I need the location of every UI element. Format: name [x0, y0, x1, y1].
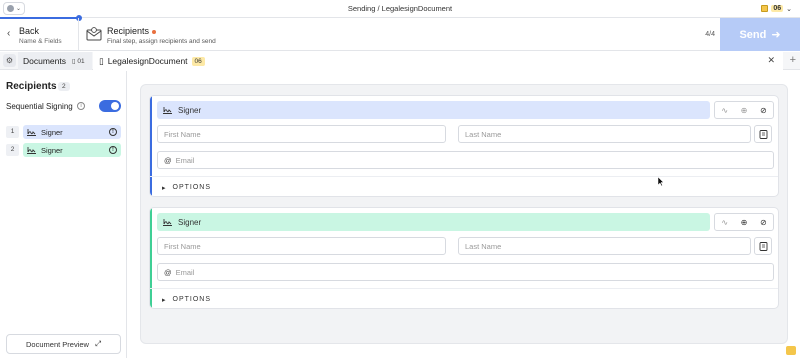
add-tab-icon[interactable]: + — [790, 54, 796, 66]
caret-right-icon: ▸ — [162, 296, 167, 304]
tab-legalesign-document[interactable]: ▯ LegalesignDocument 06 — [93, 52, 783, 70]
page-title: Sending / LegalesignDocument — [347, 4, 453, 13]
at-icon: @ — [164, 155, 172, 165]
email-field[interactable]: @ Email — [157, 263, 774, 281]
step-header: ‹ Back Name & Fields Recipients Final st… — [0, 15, 800, 51]
warning-icon: ! — [109, 128, 117, 136]
recipient-card: Signer ∿ ⊕ ⊘ First Name Last Name @ Emai… — [149, 207, 779, 309]
document-tab-bar: ⚙ Documents ▯ 01 ▯ LegalesignDocument 06… — [0, 52, 800, 70]
documents-count: ▯ 01 — [72, 58, 85, 65]
recipients-editor: Signer ∿ ⊕ ⊘ First Name Last Name @ Emai… — [128, 71, 800, 358]
at-icon: @ — [164, 267, 172, 277]
last-name-field[interactable]: Last Name — [458, 237, 751, 255]
mouse-cursor-icon — [658, 177, 664, 186]
document-preview-button[interactable]: Document Preview ⤢ — [6, 334, 121, 354]
options-expander[interactable]: ▸ OPTIONS — [150, 176, 778, 196]
role-label: Signer — [178, 105, 202, 115]
options-expander[interactable]: ▸ OPTIONS — [150, 288, 778, 308]
document-badge: 06 — [191, 56, 205, 66]
sequential-signing-toggle[interactable] — [99, 100, 121, 112]
chevron-left-icon: ‹ — [7, 28, 11, 39]
recipient-card: Signer ∿ ⊕ ⊘ First Name Last Name @ Emai… — [149, 95, 779, 197]
back-sublabel: Name & Fields — [19, 38, 62, 45]
step-subtitle: Final step, assign recipients and send — [107, 38, 216, 45]
last-name-field[interactable]: Last Name — [458, 125, 751, 143]
recipient-chip[interactable]: Signer ! — [23, 125, 121, 139]
recipient-number: 2 — [6, 144, 19, 156]
info-icon[interactable]: i — [77, 102, 85, 110]
sidebar-title: Recipients — [6, 81, 57, 92]
recipients-count: 2 — [58, 82, 70, 91]
credits-button[interactable]: 06 ⌄ — [757, 2, 796, 15]
expand-icon: ⤢ — [94, 339, 101, 348]
recipient-number: 1 — [6, 126, 19, 138]
chevron-down-icon: ⌄ — [786, 5, 792, 13]
card-actions: ∿ ⊕ ⊘ — [714, 213, 774, 231]
recipient-row[interactable]: 1 Signer ! — [6, 125, 121, 139]
sequential-signing-label: Sequential Signing — [6, 102, 73, 111]
role-label: Signer — [178, 217, 202, 227]
tab-documents[interactable]: Documents ▯ 01 — [18, 52, 92, 70]
toggle-knob — [111, 102, 119, 110]
link-icon[interactable]: ∿ — [721, 218, 728, 227]
signature-icon — [27, 129, 36, 136]
back-button[interactable]: ‹ Back Name & Fields — [0, 18, 79, 51]
step-counter: 4/4 — [705, 31, 715, 38]
recipients-sidebar: Recipients 2 Sequential Signing i 1 Sign… — [0, 71, 127, 358]
envelope-recipients-icon — [86, 27, 102, 41]
signature-icon — [27, 147, 36, 154]
send-button[interactable]: Send ➜ — [720, 18, 800, 51]
recipient-chip[interactable]: Signer ! — [23, 143, 121, 157]
role-select[interactable]: Signer — [157, 213, 710, 231]
caret-right-icon: ▸ — [162, 184, 167, 192]
credit-icon — [761, 5, 769, 12]
warning-icon: ! — [109, 146, 117, 154]
email-field[interactable]: @ Email — [157, 151, 774, 169]
role-select[interactable]: Signer — [157, 101, 710, 119]
card-actions: ∿ ⊕ ⊘ — [714, 101, 774, 119]
step-title: Recipients — [107, 26, 157, 36]
top-bar: ⌄ Sending / LegalesignDocument 06 ⌄ — [0, 0, 800, 18]
recipient-role: Signer — [41, 145, 63, 155]
credits-count: 06 — [771, 5, 784, 12]
contact-book-icon — [759, 129, 767, 139]
recipient-row[interactable]: 2 Signer ! — [6, 143, 121, 157]
recipient-role: Signer — [41, 127, 63, 137]
move-up-icon[interactable]: ⊕ — [741, 218, 748, 227]
contact-book-button[interactable] — [754, 237, 772, 255]
close-icon[interactable]: ✕ — [767, 55, 775, 66]
send-arrow-icon: ➜ — [771, 29, 781, 41]
back-label: Back — [19, 26, 40, 36]
settings-gear-icon[interactable]: ⚙ — [3, 54, 16, 67]
unsaved-dot — [152, 29, 157, 34]
link-icon[interactable]: ∿ — [721, 106, 728, 115]
remove-icon[interactable]: ⊘ — [760, 218, 767, 227]
document-icon: ▯ — [99, 55, 104, 66]
chat-support-icon[interactable] — [786, 346, 796, 355]
contact-book-button[interactable] — [754, 125, 772, 143]
recipients-canvas: Signer ∿ ⊕ ⊘ First Name Last Name @ Emai… — [140, 84, 788, 344]
contact-book-icon — [759, 241, 767, 251]
first-name-field[interactable]: First Name — [157, 237, 446, 255]
signature-icon — [163, 107, 172, 114]
first-name-field[interactable]: First Name — [157, 125, 446, 143]
move-up-icon[interactable]: ⊕ — [741, 106, 748, 115]
signature-icon — [163, 219, 172, 226]
remove-icon[interactable]: ⊘ — [760, 106, 767, 115]
